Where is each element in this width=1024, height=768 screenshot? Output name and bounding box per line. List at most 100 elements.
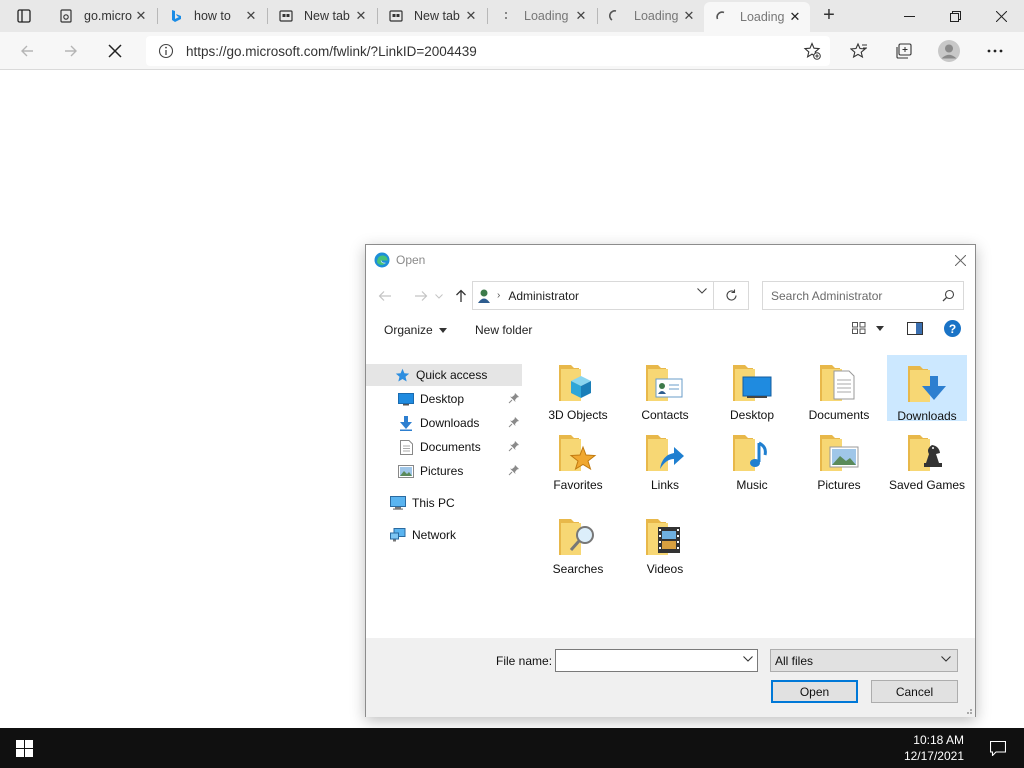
pin-icon[interactable] (508, 440, 520, 452)
address-bar[interactable]: https://go.microsoft.com/fwlink/?LinkID=… (146, 36, 830, 66)
resize-grip-icon[interactable] (963, 705, 973, 715)
close-icon[interactable]: ✕ (786, 9, 804, 25)
open-button[interactable]: Open (771, 680, 858, 703)
pin-icon[interactable] (508, 392, 520, 404)
minimize-button[interactable] (886, 0, 932, 32)
new-folder-button[interactable]: New folder (475, 323, 532, 337)
folder-item[interactable]: Contacts (625, 355, 705, 422)
nav-label: Pictures (420, 464, 464, 478)
new-tab-button[interactable]: + (817, 4, 841, 28)
tab-3[interactable]: New tab ✕ (268, 2, 376, 30)
nav-item-pictures[interactable]: Pictures (366, 460, 522, 482)
tab-label: Loading (634, 9, 679, 23)
restore-button[interactable] (932, 0, 978, 32)
chevron-down-icon[interactable] (743, 656, 753, 662)
documents-icon (398, 439, 414, 455)
tab-5[interactable]: Loading ✕ (488, 2, 596, 30)
chevron-down-icon (941, 656, 951, 662)
search-input[interactable] (771, 288, 931, 303)
tab-1[interactable]: go.microsoft.com ✕ (48, 2, 156, 30)
close-icon[interactable]: ✕ (352, 8, 370, 24)
help-button[interactable]: ? (944, 320, 961, 337)
videos-folder-icon (646, 519, 680, 555)
pin-icon[interactable] (508, 464, 520, 476)
organize-button[interactable]: Organize (384, 323, 447, 337)
tab-label: New tab (304, 9, 350, 23)
settings-menu-button[interactable] (980, 36, 1010, 66)
back-button[interactable] (12, 36, 42, 66)
folder-item[interactable]: Favorites (538, 425, 618, 492)
preview-pane-button[interactable] (907, 322, 923, 335)
tab-6[interactable]: Loading ✕ (598, 2, 704, 30)
search-icon[interactable] (942, 289, 955, 302)
folder-item[interactable]: 3D Objects (538, 355, 618, 422)
file-label: Favorites (553, 478, 603, 492)
close-icon[interactable]: ✕ (572, 8, 590, 24)
3d-objects-folder-icon (559, 365, 591, 401)
breadcrumb-item[interactable]: Administrator (508, 289, 579, 303)
close-icon[interactable]: ✕ (680, 8, 698, 24)
pin-icon[interactable] (508, 416, 520, 428)
start-button[interactable] (0, 728, 48, 768)
nav-item-downloads[interactable]: Downloads (366, 412, 522, 434)
nav-item-documents[interactable]: Documents (366, 436, 522, 458)
folder-item[interactable]: Links (625, 425, 705, 492)
refresh-button[interactable] (714, 281, 749, 310)
nav-item-quick-access[interactable]: Quick access (366, 364, 522, 386)
folder-item[interactable]: Videos (625, 509, 705, 576)
view-icon (852, 322, 866, 334)
desktop-icon (398, 391, 414, 407)
dialog-titlebar[interactable]: Open (366, 245, 975, 275)
site-info-icon[interactable] (146, 43, 186, 59)
file-type-select[interactable]: All files (770, 649, 958, 672)
file-label: Searches (552, 562, 604, 576)
system-clock[interactable]: 10:18 AM 12/17/2021 (894, 732, 964, 764)
up-arrow-icon (456, 289, 466, 302)
close-icon[interactable]: ✕ (132, 8, 150, 24)
tab-7-active[interactable]: Loading ✕ (704, 2, 810, 32)
favorites-button[interactable] (844, 36, 874, 66)
cancel-button[interactable]: Cancel (871, 680, 958, 703)
file-name-combobox[interactable] (555, 649, 758, 672)
action-center-button[interactable] (986, 736, 1010, 760)
tab-2[interactable]: how to ✕ (158, 2, 266, 30)
folder-item[interactable]: Saved Games (887, 425, 967, 492)
up-folder-button[interactable] (450, 285, 472, 307)
nav-item-desktop[interactable]: Desktop (366, 388, 522, 410)
folder-item[interactable]: Searches (538, 509, 618, 576)
address-breadcrumb[interactable]: › Administrator (472, 281, 714, 310)
close-icon[interactable]: ✕ (242, 8, 260, 24)
folder-item-selected[interactable]: Downloads (887, 355, 967, 423)
notification-icon (990, 740, 1006, 756)
dialog-footer: File name: All files Open Cancel (366, 638, 975, 717)
caret-down-icon (876, 325, 884, 331)
open-file-dialog: Open › Administrator Organize New folder (365, 244, 976, 717)
nav-item-this-pc[interactable]: This PC (366, 492, 522, 514)
search-box[interactable] (762, 281, 964, 310)
dialog-forward-button[interactable] (410, 285, 432, 307)
folder-item[interactable]: Pictures (799, 425, 879, 492)
recent-locations-button[interactable] (432, 285, 446, 307)
folder-item[interactable]: Desktop (712, 355, 792, 422)
restore-icon (949, 10, 961, 22)
contacts-folder-icon (646, 365, 683, 401)
folder-item[interactable]: Music (712, 425, 792, 492)
dialog-close-button[interactable] (951, 251, 969, 269)
profile-button[interactable] (934, 36, 964, 66)
folder-item[interactable]: Documents (799, 355, 879, 422)
tab-4[interactable]: New tab ✕ (378, 2, 486, 30)
loading-icon (714, 9, 730, 25)
forward-button[interactable] (56, 36, 86, 66)
tab-actions-button[interactable] (6, 4, 42, 28)
dialog-back-button[interactable] (374, 285, 396, 307)
file-name-input[interactable] (556, 650, 736, 670)
file-label: Videos (646, 562, 684, 576)
close-window-button[interactable] (978, 0, 1024, 32)
chevron-down-icon[interactable] (697, 288, 707, 294)
stop-loading-button[interactable] (100, 36, 130, 66)
collections-button[interactable] (889, 36, 919, 66)
add-favorite-button[interactable] (797, 36, 827, 66)
nav-item-network[interactable]: Network (366, 524, 522, 546)
change-view-button[interactable] (852, 322, 884, 334)
close-icon[interactable]: ✕ (462, 8, 480, 24)
